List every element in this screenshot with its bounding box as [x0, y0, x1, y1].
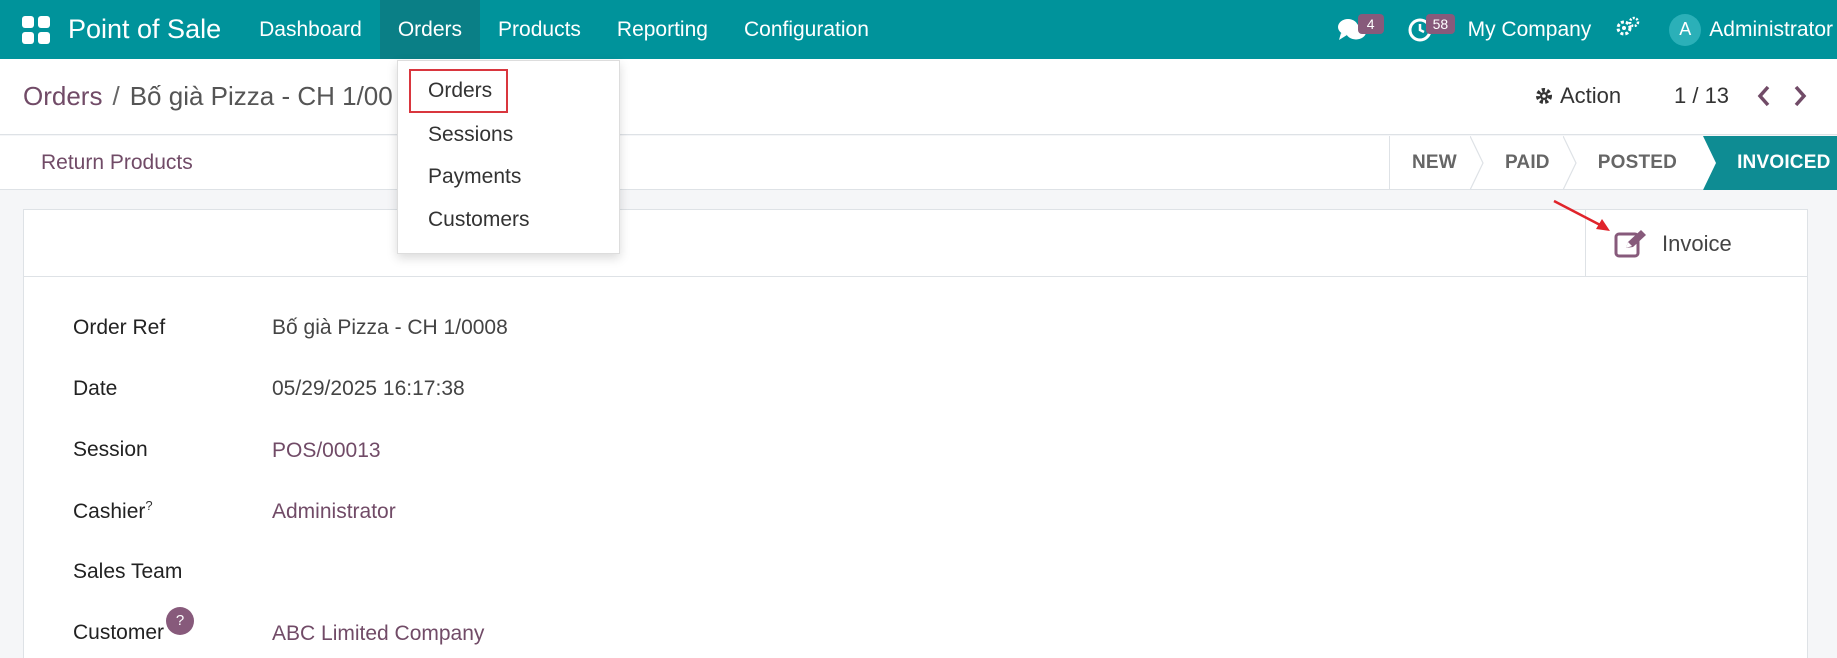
- breadcrumb-orders[interactable]: Orders: [23, 81, 102, 111]
- nav-configuration[interactable]: Configuration: [726, 0, 887, 59]
- edit-icon: [1614, 229, 1646, 257]
- apps-menu-icon[interactable]: [22, 15, 50, 44]
- avatar[interactable]: A: [1669, 13, 1702, 46]
- pager-value[interactable]: 1 / 13: [1674, 83, 1729, 109]
- activities-badge: 58: [1425, 13, 1456, 34]
- action-label: Action: [1560, 83, 1622, 108]
- invoice-smart-button[interactable]: Invoice: [1585, 210, 1808, 277]
- nav-orders[interactable]: Orders: [379, 0, 481, 59]
- stage-invoiced[interactable]: INVOICED: [1703, 136, 1837, 190]
- annotation-arrow-icon: [1553, 199, 1610, 231]
- return-products-button[interactable]: Return Products: [41, 151, 193, 175]
- smart-button-box: Invoice: [24, 210, 1807, 277]
- stage-arrow: [1703, 136, 1717, 190]
- stage-arrow: [1469, 136, 1484, 190]
- nav-reporting[interactable]: Reporting: [599, 0, 726, 59]
- messages-button[interactable]: 4: [1332, 10, 1384, 50]
- stage-new[interactable]: NEW: [1390, 136, 1484, 190]
- order-ref-value: Bố già Pizza - CH 1/0008: [272, 316, 508, 339]
- menu-item-orders[interactable]: Orders: [428, 79, 492, 103]
- breadcrumb: Orders / Bố già Pizza - CH 1/00: [23, 81, 393, 112]
- customer-label-text: Customer: [73, 621, 165, 644]
- company-switcher[interactable]: My Company: [1468, 18, 1592, 42]
- sales-team-label: Sales Team: [73, 560, 183, 583]
- nav-products[interactable]: Products: [480, 0, 599, 59]
- gear-icon: [1536, 88, 1552, 104]
- customer-link[interactable]: ABC Limited Company: [272, 622, 484, 646]
- menu-item-customers[interactable]: Customers: [428, 208, 530, 232]
- cashier-label: Cashier?: [73, 498, 153, 524]
- menu-item-sessions[interactable]: Sessions: [428, 123, 513, 147]
- control-panel: Orders / Bố già Pizza - CH 1/00 Action 1 /…: [0, 59, 1837, 135]
- stage-posted[interactable]: POSTED: [1576, 136, 1703, 190]
- date-label: Date: [73, 377, 118, 400]
- breadcrumb-separator: /: [112, 81, 120, 111]
- stage-paid[interactable]: PAID: [1483, 136, 1577, 190]
- stage-posted-label: POSTED: [1597, 152, 1678, 173]
- gears-icon[interactable]: [1615, 15, 1641, 45]
- cashier-help-icon[interactable]: ?: [145, 498, 152, 513]
- app-title[interactable]: Point of Sale: [68, 14, 221, 45]
- stage-pipeline: NEW PAID POSTED INVOICED: [1389, 136, 1837, 190]
- breadcrumb-current: Bố già Pizza - CH 1/00: [129, 81, 393, 111]
- status-bar: Return Products NEW PAID POSTED INVOICED: [0, 136, 1837, 190]
- nav-dashboard[interactable]: Dashboard: [241, 0, 380, 59]
- action-button[interactable]: Action: [1534, 83, 1621, 109]
- invoice-label: Invoice: [1662, 230, 1732, 256]
- top-navbar: Point of Sale Dashboard Orders Products …: [0, 0, 1837, 59]
- customer-label: Customer?: [73, 607, 195, 649]
- session-label: Session: [73, 438, 148, 461]
- stage-invoiced-label: INVOICED: [1737, 152, 1831, 173]
- stage-new-label: NEW: [1412, 152, 1457, 173]
- stage-paid-label: PAID: [1504, 152, 1550, 173]
- chevron-left-icon[interactable]: [1754, 83, 1774, 109]
- cashier-label-text: Cashier: [73, 500, 146, 523]
- form-sheet: Invoice Order Ref Bố già Pizza - CH 1/00…: [23, 209, 1808, 658]
- session-link[interactable]: POS/00013: [272, 439, 381, 463]
- order-ref-label: Order Ref: [73, 316, 166, 339]
- activities-button[interactable]: 58: [1400, 10, 1456, 50]
- chevron-right-icon[interactable]: [1790, 83, 1810, 109]
- user-menu[interactable]: Administrator: [1709, 18, 1833, 42]
- cashier-link[interactable]: Administrator: [272, 500, 396, 524]
- date-value: 05/29/2025 16:17:38: [272, 377, 465, 400]
- customer-help-icon[interactable]: ?: [166, 607, 195, 635]
- orders-dropdown-menu: Orders Sessions Payments Customers: [397, 60, 620, 254]
- messages-badge: 4: [1357, 13, 1384, 34]
- menu-item-payments[interactable]: Payments: [428, 165, 521, 189]
- stage-arrow: [1562, 136, 1577, 190]
